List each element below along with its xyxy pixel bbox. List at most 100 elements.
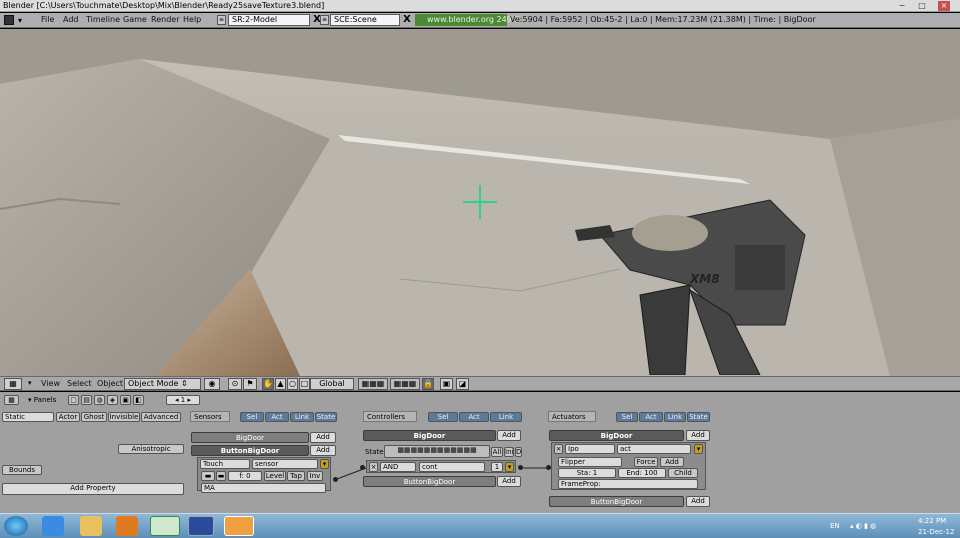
menu-file[interactable]: File bbox=[41, 15, 54, 24]
sensor-material-field[interactable]: MA bbox=[201, 483, 326, 493]
actuators-add-button[interactable]: Add bbox=[686, 430, 710, 441]
actuators-add-button-2[interactable]: Add bbox=[686, 496, 710, 507]
translate-icon[interactable]: ▲ bbox=[275, 378, 286, 390]
tray-icons[interactable]: ▴ ◐ ▮ ◍ bbox=[850, 522, 876, 530]
controller-delete-icon[interactable]: × bbox=[369, 462, 378, 472]
sensors-add-button[interactable]: Add bbox=[310, 432, 336, 443]
panel-icon-4[interactable]: ◈ bbox=[107, 395, 118, 405]
panels-toggle[interactable]: ▾ Panels bbox=[28, 396, 56, 404]
physics-type-select[interactable]: Static bbox=[2, 412, 54, 422]
utorrent-icon[interactable] bbox=[150, 516, 180, 536]
render-preview-icon[interactable]: ▣ bbox=[440, 378, 453, 390]
close-window-button[interactable]: × bbox=[938, 1, 950, 11]
sensors-object-bigdoor[interactable]: BigDoor bbox=[191, 432, 309, 443]
scene-field[interactable]: SCE:Scene bbox=[330, 14, 400, 26]
controller-active-toggle[interactable]: ▾ bbox=[505, 462, 514, 472]
render-camera-icon[interactable]: ◪ bbox=[456, 378, 469, 390]
controllers-filter-link[interactable]: Link bbox=[490, 412, 522, 422]
snap-icon[interactable]: ⚑ bbox=[243, 378, 257, 390]
controllers-filter-sel[interactable]: Sel bbox=[428, 412, 458, 422]
state-all-button[interactable]: All bbox=[491, 447, 503, 457]
state-ini-button[interactable]: Ini bbox=[504, 447, 514, 457]
minimize-button[interactable]: − bbox=[896, 1, 908, 11]
menu-add[interactable]: Add bbox=[63, 15, 79, 24]
menu-object[interactable]: Object bbox=[97, 379, 123, 388]
tab-ghost[interactable]: Ghost bbox=[81, 412, 107, 422]
screen-field[interactable]: SR:2-Model bbox=[228, 14, 310, 26]
clock-date[interactable]: 21-Dec-12 bbox=[918, 528, 954, 536]
editor-type-icon[interactable]: ▦ bbox=[4, 378, 22, 390]
clock-time[interactable]: 4:22 PM bbox=[918, 517, 946, 525]
sensor-pulse-off-icon[interactable]: ▬ bbox=[216, 471, 226, 481]
sensors-object-buttonbigdoor[interactable]: ButtonBigDoor bbox=[191, 445, 309, 456]
controller-state-number[interactable]: 1 bbox=[491, 462, 503, 472]
actuator-add-toggle[interactable]: Add bbox=[660, 457, 684, 467]
menu-view[interactable]: View bbox=[41, 379, 60, 388]
sensor-type-select[interactable]: Touch bbox=[200, 459, 250, 469]
controllers-add-button-2[interactable]: Add bbox=[497, 476, 521, 487]
tab-invisible[interactable]: Invisible bbox=[108, 412, 140, 422]
menu-timeline[interactable]: Timeline bbox=[86, 15, 120, 24]
screen-browse-icon[interactable]: ≡ bbox=[217, 15, 226, 25]
sensor-frequency-field[interactable]: f: 0 bbox=[228, 471, 262, 481]
language-indicator[interactable]: EN bbox=[830, 522, 840, 530]
internet-explorer-icon[interactable] bbox=[42, 516, 64, 536]
scale-icon[interactable]: □ bbox=[299, 378, 310, 390]
actuators-filter-act[interactable]: Act bbox=[639, 412, 663, 422]
actuator-start-field[interactable]: Sta: 1 bbox=[558, 468, 616, 478]
actuators-filter-link[interactable]: Link bbox=[664, 412, 686, 422]
pivot-icon[interactable]: ⊙ bbox=[228, 378, 242, 390]
maximize-button[interactable]: □ bbox=[916, 1, 928, 11]
sensor-pulse-icon[interactable]: ▬ bbox=[201, 471, 215, 481]
orientation-select[interactable]: Global bbox=[310, 378, 354, 390]
draw-type-icon[interactable]: ◉ bbox=[204, 378, 220, 390]
blender-player-icon[interactable] bbox=[188, 516, 214, 536]
actuator-child-toggle[interactable]: Child bbox=[668, 468, 698, 478]
lock-layers-icon[interactable]: 🔒 bbox=[422, 378, 434, 390]
collapse-triangle-icon[interactable]: ▾ bbox=[28, 379, 32, 387]
actuator-frameprop-field[interactable]: FrameProp: bbox=[558, 479, 698, 489]
tab-actor[interactable]: Actor bbox=[56, 412, 80, 422]
blender-url-link[interactable]: www.blender.org 249.2 bbox=[415, 14, 519, 26]
controllers-filter-act[interactable]: Act bbox=[459, 412, 489, 422]
layers-left-grid[interactable]: ▦▦▦ bbox=[358, 378, 388, 390]
blender-taskbar-icon[interactable] bbox=[224, 516, 254, 536]
sensors-add-button-2[interactable]: Add bbox=[310, 445, 336, 456]
state-d-button[interactable]: D bbox=[515, 447, 522, 457]
actuator-delete-icon[interactable]: × bbox=[554, 444, 563, 454]
menu-game[interactable]: Game bbox=[123, 15, 147, 24]
actuator-input-dot[interactable] bbox=[546, 465, 551, 470]
blender-menu-icon[interactable] bbox=[4, 15, 14, 25]
rotate-icon[interactable]: ○ bbox=[287, 378, 298, 390]
sensor-name-field[interactable]: sensor bbox=[252, 459, 318, 469]
panel-icon-5[interactable]: ▣ bbox=[120, 395, 131, 405]
actuator-type-select[interactable]: Ipo bbox=[565, 444, 615, 454]
sensor-inv-toggle[interactable]: Inv bbox=[307, 471, 323, 481]
panel-icon-3[interactable]: ◍ bbox=[94, 395, 105, 405]
media-player-icon[interactable] bbox=[116, 516, 138, 536]
panel-icon-1[interactable]: ▢ bbox=[68, 395, 79, 405]
panel-icon-6[interactable]: ◧ bbox=[133, 395, 144, 405]
controller-input-dot[interactable] bbox=[360, 465, 365, 470]
start-button-icon[interactable] bbox=[4, 516, 28, 536]
collapse-triangle-icon[interactable]: ▾ bbox=[18, 16, 22, 25]
actuator-name-field[interactable]: act bbox=[617, 444, 691, 454]
scene-delete-button[interactable]: X bbox=[402, 14, 412, 26]
actuators-object-bigdoor[interactable]: BigDoor bbox=[549, 430, 684, 441]
actuator-active-toggle[interactable]: ▾ bbox=[694, 444, 703, 454]
sensor-active-toggle[interactable]: ▾ bbox=[320, 459, 329, 469]
actuator-end-field[interactable]: End: 100 bbox=[618, 468, 666, 478]
sensors-filter-sel[interactable]: Sel bbox=[240, 412, 264, 422]
actuators-object-buttonbigdoor[interactable]: ButtonBigDoor bbox=[549, 496, 684, 507]
controllers-add-button[interactable]: Add bbox=[497, 430, 521, 441]
tab-advanced[interactable]: Advanced bbox=[141, 412, 181, 422]
file-explorer-icon[interactable] bbox=[80, 516, 102, 536]
hand-manipulator-icon[interactable]: ✋ bbox=[262, 378, 274, 390]
sensor-tap-toggle[interactable]: Tap bbox=[287, 471, 305, 481]
editor-type-icon[interactable]: ▦ bbox=[4, 395, 19, 405]
controllers-object-buttonbigdoor[interactable]: ButtonBigDoor bbox=[363, 476, 496, 487]
actuators-filter-state[interactable]: State bbox=[687, 412, 710, 422]
sensors-filter-act[interactable]: Act bbox=[265, 412, 289, 422]
controllers-object-bigdoor[interactable]: BigDoor bbox=[363, 430, 496, 441]
actuator-force-toggle[interactable]: Force bbox=[634, 457, 658, 467]
